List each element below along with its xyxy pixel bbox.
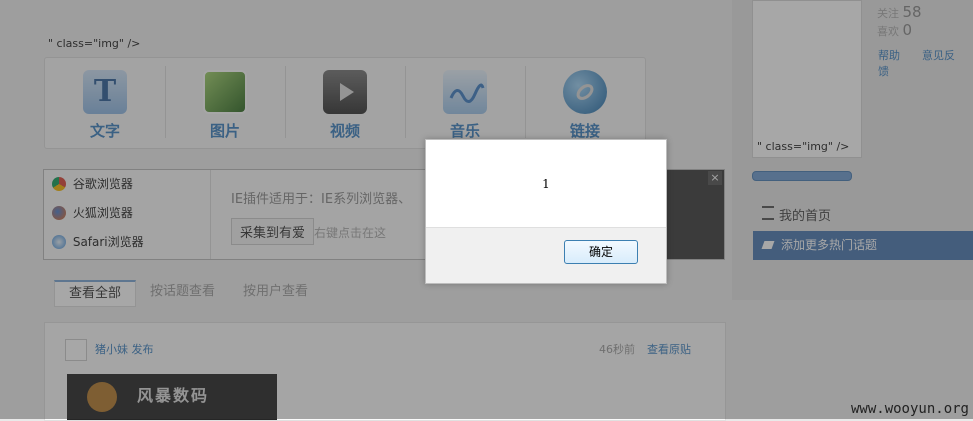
alert-dialog: 1 确定 <box>425 139 667 284</box>
ok-button[interactable]: 确定 <box>564 240 638 264</box>
dialog-footer: 确定 <box>426 227 666 283</box>
alert-message: 1 <box>542 177 550 191</box>
watermark: www.wooyun.org <box>850 401 969 417</box>
